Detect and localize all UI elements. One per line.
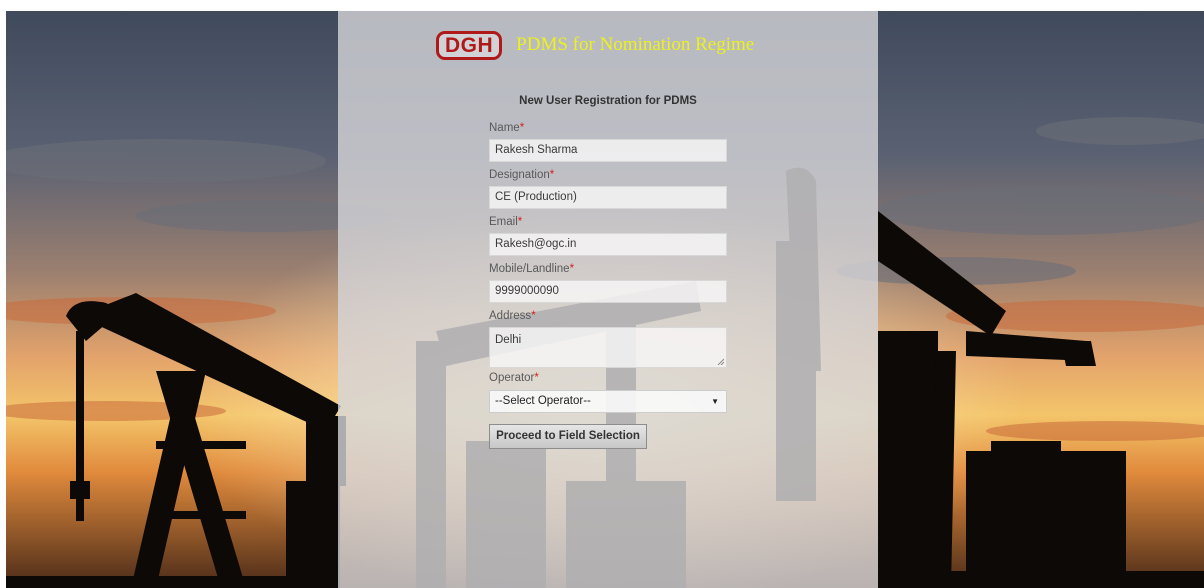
name-label: Name* <box>489 122 524 134</box>
address-textarea-value: Delhi <box>495 334 522 346</box>
proceed-to-field-selection-button[interactable]: Proceed to Field Selection <box>489 424 647 449</box>
required-marker: * <box>519 122 525 134</box>
required-marker: * <box>534 372 539 384</box>
email-label: Email* <box>489 216 522 228</box>
designation-field[interactable]: CE (Production) <box>489 186 727 209</box>
email-field-value: Rakesh@ogc.in <box>495 238 577 250</box>
registration-panel: DGH PDMS for Nomination Regime New User … <box>338 11 878 588</box>
designation-label-text: Designation <box>489 169 550 181</box>
mobile-label-text: Mobile/Landline <box>489 263 570 275</box>
designation-label: Designation* <box>489 169 554 181</box>
name-label-text: Name <box>489 122 520 134</box>
email-field[interactable]: Rakesh@ogc.in <box>489 233 727 256</box>
name-field-value: Rakesh Sharma <box>495 144 578 156</box>
required-marker: * <box>517 216 523 228</box>
operator-select[interactable]: --Select Operator-- ▼ <box>489 390 727 413</box>
resize-grip-icon[interactable] <box>717 358 724 365</box>
mobile-field-value: 9999000090 <box>495 285 559 297</box>
address-label: Address* <box>489 310 536 322</box>
operator-label-text: Operator <box>489 372 535 384</box>
operator-label: Operator* <box>489 372 539 384</box>
dgh-logo: DGH <box>436 30 503 60</box>
mobile-label: Mobile/Landline* <box>489 263 574 275</box>
dropdown-caret-icon: ▼ <box>711 397 719 406</box>
required-marker: * <box>531 310 536 322</box>
address-textarea[interactable]: Delhi <box>489 327 727 368</box>
operator-select-value: --Select Operator-- <box>495 395 591 407</box>
required-marker: * <box>549 169 555 181</box>
page-background-area: DGH PDMS for Nomination Regime New User … <box>6 11 1204 588</box>
mobile-field[interactable]: 9999000090 <box>489 280 727 303</box>
header-brand: DGH PDMS for Nomination Regime <box>436 30 754 60</box>
name-field[interactable]: Rakesh Sharma <box>489 139 727 162</box>
form-heading: New User Registration for PDMS <box>519 95 697 107</box>
app-title: PDMS for Nomination Regime <box>516 34 755 55</box>
address-label-text: Address <box>489 310 532 322</box>
required-marker: * <box>569 263 575 275</box>
designation-field-value: CE (Production) <box>495 191 577 203</box>
email-label-text: Email <box>489 216 518 228</box>
